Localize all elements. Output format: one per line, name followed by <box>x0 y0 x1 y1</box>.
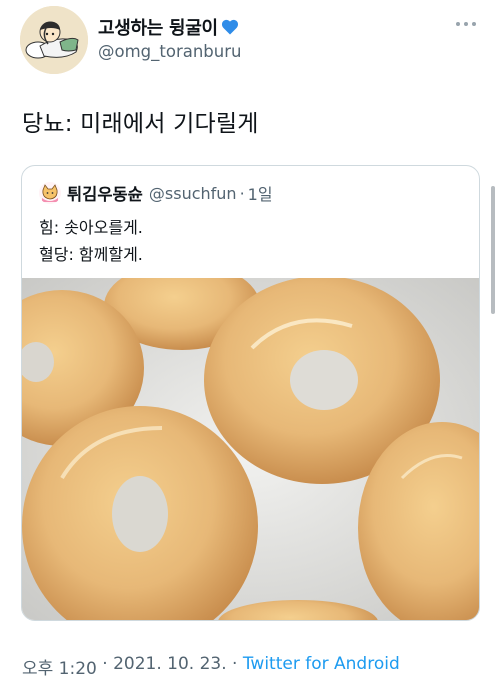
quoted-time[interactable]: 1일 <box>248 181 273 205</box>
meta-separator: · <box>96 654 114 674</box>
author-avatar[interactable] <box>20 6 88 74</box>
tweet-text: 당뇨: 미래에서 기다릴게 <box>22 111 259 137</box>
glazed-donuts-photo[interactable] <box>22 262 479 620</box>
meta-separator: · <box>226 654 243 674</box>
more-options-icon[interactable] <box>456 22 476 26</box>
author-display-name[interactable]: 고생하는 뒹굴이 <box>98 14 218 40</box>
tweet: 고생하는 뒹굴이 @omg_toranburu 당뇨: 미래에서 기다릴게 튀김… <box>0 0 500 683</box>
dot-icon <box>464 22 468 26</box>
quoted-display-name[interactable]: 튀김우동슌 <box>67 181 143 205</box>
author-name-row[interactable]: 고생하는 뒹굴이 <box>98 14 240 40</box>
tweet-meta: 오후 1:20 · 2021. 10. 23. · Twitter for An… <box>22 654 400 679</box>
author-handle[interactable]: @omg_toranburu <box>98 42 241 61</box>
quoted-tweet-header: 튀김우동슌 @ssuchfun · 1일 <box>39 181 273 205</box>
scrollbar[interactable] <box>491 186 495 314</box>
quoted-handle[interactable]: @ssuchfun <box>149 184 237 203</box>
blue-heart-icon <box>221 19 238 35</box>
quoted-tweet[interactable]: 튀김우동슌 @ssuchfun · 1일 힘: 솟아오를게. 혈당: 함께할게. <box>21 165 480 621</box>
donuts-image-icon <box>22 262 479 620</box>
quoted-text-line: 힘: 솟아오를게. <box>39 218 143 237</box>
lying-character-avatar-icon <box>20 6 88 74</box>
tweet-source-link[interactable]: Twitter for Android <box>243 654 400 679</box>
quoted-author-avatar[interactable] <box>39 182 61 204</box>
cat-avatar-icon <box>39 182 61 204</box>
tweet-date[interactable]: 2021. 10. 23. <box>113 654 227 679</box>
quoted-text-line: 혈당: 함께할게. <box>39 245 143 264</box>
quoted-separator: · <box>239 183 245 203</box>
dot-icon <box>472 22 476 26</box>
dot-icon <box>456 22 460 26</box>
tweet-time[interactable]: 오후 1:20 <box>22 654 97 679</box>
